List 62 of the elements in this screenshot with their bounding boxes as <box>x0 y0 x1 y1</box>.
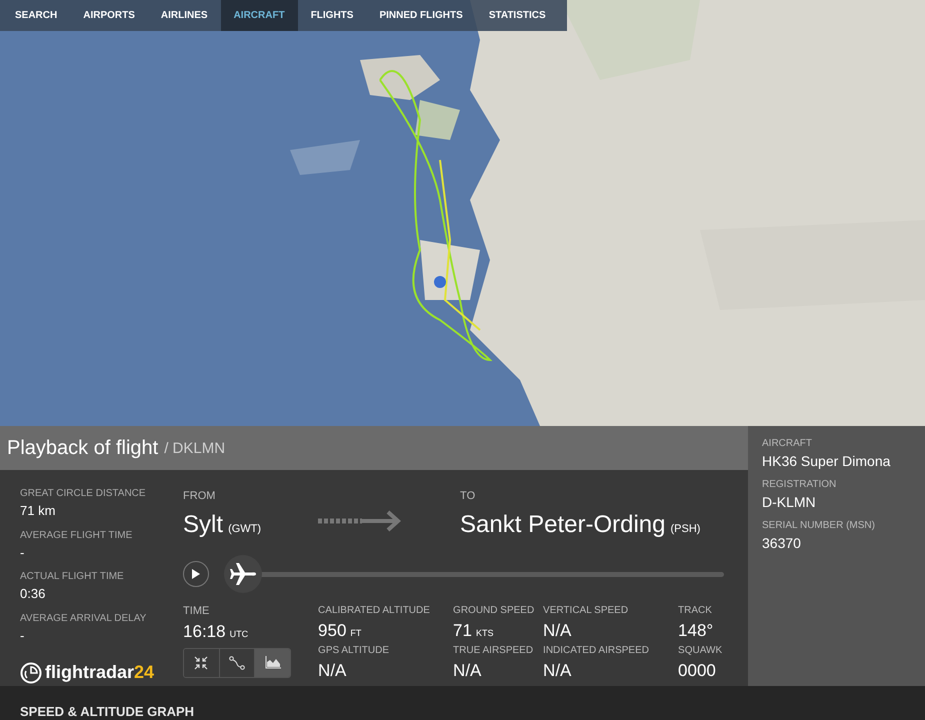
reading-label: GPS ALTITUDE <box>318 644 390 658</box>
stat-value: - <box>20 544 26 562</box>
nav-tab[interactable]: FLIGHTS <box>298 0 366 31</box>
route-icon <box>229 656 246 670</box>
reading-value: 148° <box>678 620 714 642</box>
reading-value: 0000 <box>678 660 716 682</box>
stat-value: 71 km <box>20 502 56 520</box>
reading-value: N/A <box>543 620 572 642</box>
play-icon <box>192 568 200 578</box>
airplane-icon <box>230 562 256 586</box>
reading-label: CALIBRATED ALTITUDE <box>318 604 431 618</box>
nav-tab[interactable]: AIRCRAFT <box>220 0 298 31</box>
collapse-icon <box>194 656 208 670</box>
info-value: D-KLMN <box>762 493 817 512</box>
info-value: 36370 <box>762 534 802 553</box>
origin-code: (GWT) <box>228 522 262 536</box>
brand-logo: flightradar24 <box>45 661 154 684</box>
play-button[interactable] <box>183 560 210 586</box>
time-value: 16:18 <box>183 621 226 643</box>
stat-label: ACTUAL FLIGHT TIME <box>20 570 125 584</box>
reading-label: TRUE AIRSPEED <box>453 644 534 658</box>
origin-city: Sylt <box>183 510 224 540</box>
route-arrow-icon <box>318 510 402 532</box>
panel-title: Playback of flight <box>7 436 158 461</box>
stat-label: AVERAGE ARRIVAL DELAY <box>20 612 148 626</box>
reading-label: VERTICAL SPEED <box>543 604 630 618</box>
info-value: HK36 Super Dimona <box>762 452 892 471</box>
reading-label: SQUAWK <box>678 644 724 658</box>
radar-logo-icon <box>20 662 42 684</box>
nav-tab[interactable]: STATISTICS <box>476 0 559 31</box>
info-label: REGISTRATION <box>762 478 838 492</box>
reading-value: 950 <box>318 620 346 642</box>
chart-icon <box>264 656 281 669</box>
destination-code: (PSH) <box>670 522 700 536</box>
reading-unit: FT <box>350 626 362 640</box>
nav-tab[interactable]: PINNED FLIGHTS <box>366 0 476 31</box>
timeline-thumb[interactable] <box>224 554 262 592</box>
reading-value: N/A <box>453 660 482 682</box>
stat-label: GREAT CIRCLE DISTANCE <box>20 487 147 501</box>
info-label: AIRCRAFT <box>762 437 813 451</box>
info-label: SERIAL NUMBER (MSN) <box>762 519 876 533</box>
nav-tab[interactable]: AIRPORTS <box>70 0 148 31</box>
stat-value: - <box>20 626 26 644</box>
graph-view-button[interactable] <box>254 648 290 676</box>
reading-label: INDICATED AIRSPEED <box>543 644 650 658</box>
section-title: SPEED & ALTITUDE GRAPH <box>20 703 196 720</box>
nav-tab[interactable]: AIRLINES <box>148 0 221 31</box>
destination-city: Sankt Peter-Ording <box>460 510 666 540</box>
stat-value: 0:36 <box>20 585 46 603</box>
reading-label: TRACK <box>678 604 713 618</box>
reading-unit: KTS <box>476 626 494 640</box>
from-label: FROM <box>183 489 216 504</box>
flight-id: / DKLMN <box>164 439 226 460</box>
to-label: TO <box>460 489 476 504</box>
reading-label: GROUND SPEED <box>453 604 536 618</box>
time-label: TIME <box>183 604 210 618</box>
nav-tab[interactable]: SEARCH <box>2 0 70 31</box>
time-unit: UTC <box>230 628 248 641</box>
reading-value: N/A <box>318 660 346 682</box>
reading-value: 71 <box>453 620 472 642</box>
reading-value: N/A <box>543 660 572 682</box>
stat-label: AVERAGE FLIGHT TIME <box>20 528 134 542</box>
